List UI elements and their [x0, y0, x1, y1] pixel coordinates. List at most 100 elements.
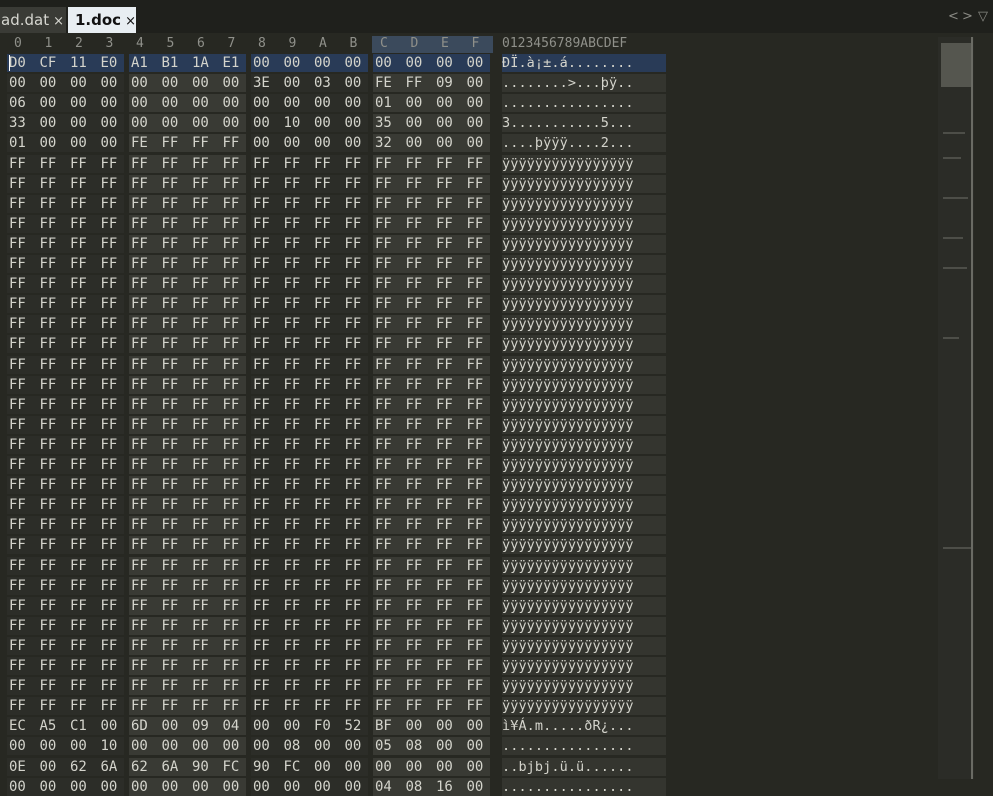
hex-byte[interactable]: FF: [192, 335, 209, 353]
hex-byte[interactable]: FF: [192, 376, 209, 394]
hex-byte[interactable]: FF: [314, 476, 331, 494]
hex-byte[interactable]: FF: [40, 557, 57, 575]
ascii-row[interactable]: ..bjbj.ü.ü......: [502, 757, 666, 776]
hex-byte[interactable]: 1A: [192, 54, 209, 72]
hex-byte[interactable]: FF: [375, 657, 392, 675]
hex-byte[interactable]: FF: [284, 356, 301, 374]
hex-byte[interactable]: FF: [284, 235, 301, 253]
hex-byte[interactable]: FF: [40, 577, 57, 595]
hex-byte[interactable]: FF: [40, 496, 57, 514]
hex-byte[interactable]: FF: [406, 275, 423, 293]
hex-byte[interactable]: FF: [436, 235, 453, 253]
hex-byte[interactable]: FF: [223, 356, 240, 374]
hex-byte[interactable]: FF: [345, 175, 362, 193]
hex-byte[interactable]: FF: [375, 536, 392, 554]
hex-byte[interactable]: FF: [9, 195, 26, 213]
hex-byte[interactable]: 00: [314, 114, 331, 132]
hex-byte[interactable]: FF: [70, 557, 87, 575]
hex-byte[interactable]: FF: [314, 356, 331, 374]
hex-byte[interactable]: FF: [406, 577, 423, 595]
hex-byte[interactable]: FF: [192, 134, 209, 152]
hex-byte[interactable]: 00: [436, 94, 453, 112]
hex-byte[interactable]: 00: [223, 74, 240, 92]
hex-byte[interactable]: 00: [131, 74, 148, 92]
hex-byte[interactable]: FF: [131, 195, 148, 213]
hex-byte[interactable]: FF: [101, 376, 118, 394]
hex-byte[interactable]: FF: [253, 356, 270, 374]
hex-byte[interactable]: FF: [101, 436, 118, 454]
hex-byte[interactable]: FF: [131, 516, 148, 534]
hex-byte[interactable]: FF: [467, 175, 484, 193]
hex-byte[interactable]: FF: [40, 215, 57, 233]
hex-byte[interactable]: 6A: [101, 758, 118, 776]
hex-byte[interactable]: 00: [314, 758, 331, 776]
hex-byte[interactable]: FF: [406, 516, 423, 534]
hex-byte[interactable]: FF: [40, 315, 57, 333]
minimap[interactable]: [938, 37, 974, 779]
hex-byte[interactable]: 00: [467, 134, 484, 152]
hex-byte[interactable]: 00: [314, 54, 331, 72]
hex-byte[interactable]: FF: [253, 295, 270, 313]
hex-byte[interactable]: FF: [101, 235, 118, 253]
hex-byte[interactable]: FF: [467, 476, 484, 494]
hex-byte[interactable]: FF: [131, 697, 148, 715]
hex-byte[interactable]: FF: [375, 215, 392, 233]
hex-byte[interactable]: 00: [101, 74, 118, 92]
ascii-row[interactable]: ÿÿÿÿÿÿÿÿÿÿÿÿÿÿÿÿ: [502, 275, 666, 294]
hex-byte[interactable]: 6D: [131, 717, 148, 735]
hex-byte[interactable]: FF: [70, 155, 87, 173]
hex-byte[interactable]: FF: [162, 516, 179, 534]
hex-byte[interactable]: FF: [101, 416, 118, 434]
hex-byte[interactable]: FF: [40, 476, 57, 494]
hex-byte[interactable]: FF: [314, 536, 331, 554]
hex-byte[interactable]: 00: [253, 54, 270, 72]
ascii-row[interactable]: ÿÿÿÿÿÿÿÿÿÿÿÿÿÿÿÿ: [502, 677, 666, 696]
hex-byte[interactable]: FF: [223, 275, 240, 293]
hex-byte[interactable]: 01: [9, 134, 26, 152]
hex-byte[interactable]: FF: [253, 376, 270, 394]
hex-byte[interactable]: FF: [40, 416, 57, 434]
hex-byte[interactable]: FE: [131, 134, 148, 152]
hex-byte[interactable]: FF: [284, 496, 301, 514]
hex-byte[interactable]: FF: [223, 396, 240, 414]
hex-byte[interactable]: FF: [162, 657, 179, 675]
hex-byte[interactable]: FF: [101, 295, 118, 313]
hex-byte[interactable]: 00: [223, 737, 240, 755]
hex-byte[interactable]: 00: [436, 717, 453, 735]
hex-byte[interactable]: 10: [101, 737, 118, 755]
hex-byte[interactable]: 00: [467, 758, 484, 776]
hex-byte[interactable]: FF: [70, 657, 87, 675]
hex-byte[interactable]: FF: [375, 275, 392, 293]
hex-byte[interactable]: FF: [345, 476, 362, 494]
hex-byte[interactable]: FF: [345, 657, 362, 675]
hex-byte[interactable]: FF: [131, 476, 148, 494]
ascii-row[interactable]: ÿÿÿÿÿÿÿÿÿÿÿÿÿÿÿÿ: [502, 315, 666, 334]
hex-byte[interactable]: FF: [284, 637, 301, 655]
hex-byte[interactable]: FF: [223, 436, 240, 454]
hex-byte[interactable]: FF: [345, 557, 362, 575]
hex-byte[interactable]: FF: [9, 396, 26, 414]
hex-byte[interactable]: FF: [101, 577, 118, 595]
hex-byte[interactable]: FF: [375, 456, 392, 474]
hex-byte[interactable]: 00: [345, 134, 362, 152]
hex-byte[interactable]: FF: [375, 496, 392, 514]
hex-byte[interactable]: FF: [70, 255, 87, 273]
hex-byte[interactable]: FF: [131, 456, 148, 474]
hex-byte[interactable]: FF: [131, 155, 148, 173]
hex-byte[interactable]: FF: [345, 496, 362, 514]
ascii-row[interactable]: ÿÿÿÿÿÿÿÿÿÿÿÿÿÿÿÿ: [502, 636, 666, 655]
hex-byte[interactable]: FF: [314, 195, 331, 213]
hex-byte[interactable]: FF: [406, 456, 423, 474]
hex-byte[interactable]: 00: [131, 778, 148, 796]
hex-byte[interactable]: FF: [223, 617, 240, 635]
hex-byte[interactable]: 0E: [9, 758, 26, 776]
hex-byte[interactable]: FF: [9, 335, 26, 353]
hex-byte[interactable]: FF: [9, 597, 26, 615]
hex-byte[interactable]: FF: [406, 476, 423, 494]
hex-byte[interactable]: FF: [223, 195, 240, 213]
hex-byte[interactable]: 62: [70, 758, 87, 776]
hex-byte[interactable]: FF: [101, 396, 118, 414]
hex-byte[interactable]: FF: [223, 456, 240, 474]
hex-byte[interactable]: FF: [467, 597, 484, 615]
hex-byte[interactable]: FE: [375, 74, 392, 92]
